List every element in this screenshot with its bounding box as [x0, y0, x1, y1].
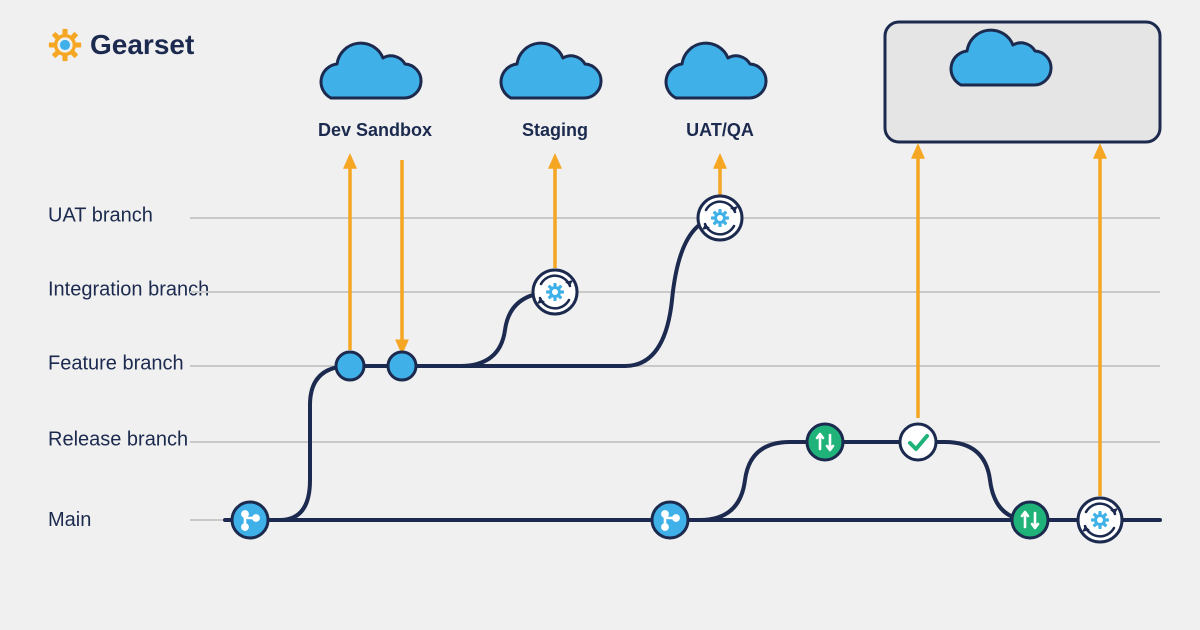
commit-icon: [336, 352, 364, 380]
pipeline-diagram: [0, 0, 1200, 630]
cloud-icon: [666, 43, 766, 98]
branch-icon: [652, 502, 688, 538]
merge-icon: [807, 424, 843, 460]
cloud-icon: [321, 43, 421, 98]
merge-icon: [1012, 502, 1048, 538]
branch-icon: [232, 502, 268, 538]
flow-paths: [225, 218, 1160, 520]
ci-icon: [698, 196, 742, 240]
ci-icon: [1078, 498, 1122, 542]
check-icon: [900, 424, 936, 460]
commit-icon: [388, 352, 416, 380]
cloud-icon: [501, 43, 601, 98]
ci-icon: [533, 270, 577, 314]
